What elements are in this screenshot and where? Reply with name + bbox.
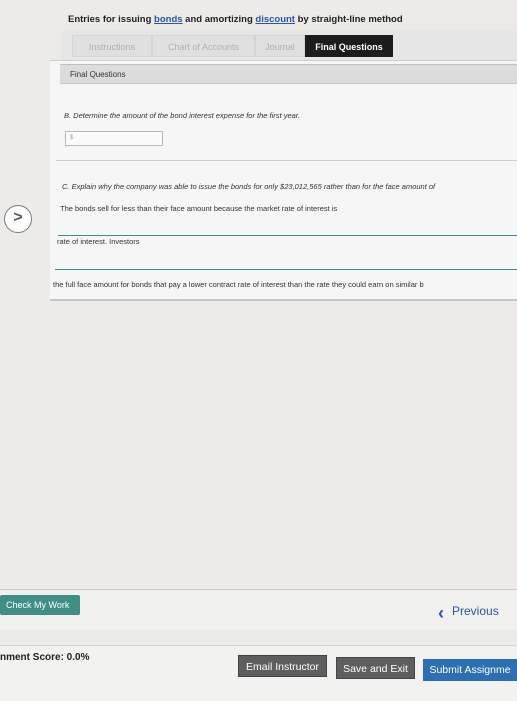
tab-bar: Instructions Chart of Accounts Journal F… — [62, 30, 517, 60]
save-and-exit-button[interactable]: Save and Exit — [336, 657, 415, 679]
answer-blank-2[interactable] — [55, 269, 517, 270]
previous-button[interactable]: ‹ Previous — [438, 603, 499, 623]
answer-text-2: rate of interest. Investors — [57, 237, 140, 246]
submit-assignment-button[interactable]: Submit Assignme — [423, 659, 517, 681]
tab-instructions[interactable]: Instructions — [72, 35, 152, 57]
discount-link[interactable]: discount — [255, 14, 295, 25]
check-my-work-button[interactable]: Check My Work — [0, 595, 80, 615]
tab-journal[interactable]: Journal — [255, 35, 305, 57]
page-title: Entries for issuing bonds and amortizing… — [68, 14, 403, 25]
assignment-score: nment Score: 0.0% — [0, 652, 90, 663]
tab-final-questions[interactable]: Final Questions — [305, 35, 393, 57]
next-arrow-icon[interactable]: > — [4, 205, 32, 233]
answer-blank-1[interactable] — [58, 235, 517, 236]
question-c: C. Explain why the company was able to i… — [62, 182, 436, 191]
chevron-left-icon: ‹ — [438, 603, 444, 623]
bonds-link[interactable]: bonds — [154, 14, 183, 25]
panel-title: Final Questions — [60, 64, 517, 84]
answer-text-1: The bonds sell for less than their face … — [60, 204, 338, 213]
final-questions-panel — [50, 60, 517, 301]
tab-chart-of-accounts[interactable]: Chart of Accounts — [152, 35, 255, 57]
divider — [56, 160, 517, 161]
question-b: B. Determine the amount of the bond inte… — [64, 111, 301, 120]
answer-text-3: the full face amount for bonds that pay … — [53, 280, 424, 289]
bond-interest-expense-input[interactable]: $ — [65, 131, 163, 146]
email-instructor-button[interactable]: Email Instructor — [238, 655, 327, 677]
